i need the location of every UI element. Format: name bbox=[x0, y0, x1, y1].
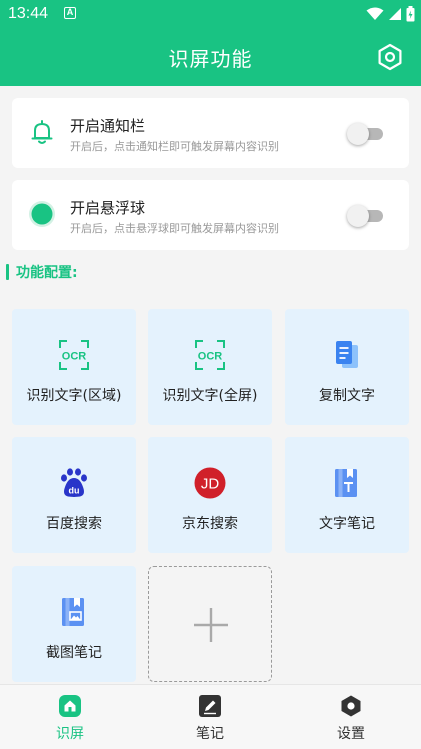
jd-logo-icon: JD bbox=[194, 467, 226, 499]
nav-item-screen[interactable]: 识屏 bbox=[0, 685, 140, 749]
note-edit-icon bbox=[199, 695, 221, 717]
notification-a-icon: A bbox=[64, 7, 76, 19]
function-config-heading: 功能配置: bbox=[6, 263, 78, 281]
ocr-icon: OCR bbox=[195, 340, 225, 370]
add-function-tile[interactable] bbox=[148, 566, 272, 682]
tile-label: 复制文字 bbox=[319, 388, 375, 404]
status-time: 13:44 bbox=[8, 5, 49, 22]
plus-icon bbox=[194, 608, 228, 642]
bell-icon bbox=[31, 120, 53, 144]
svg-text:JD: JD bbox=[201, 476, 220, 493]
notification-bar-title: 开启通知栏 bbox=[70, 117, 146, 135]
ocr-icon: OCR bbox=[59, 340, 89, 370]
tile-jd-search[interactable]: JD 京东搜索 bbox=[148, 437, 272, 553]
system-icons bbox=[366, 5, 415, 23]
floating-ball-toggle[interactable] bbox=[347, 205, 385, 227]
copy-document-icon bbox=[336, 341, 358, 368]
floating-ball-title: 开启悬浮球 bbox=[70, 199, 146, 217]
image-note-icon bbox=[62, 598, 84, 626]
tile-baidu-search[interactable]: du 百度搜索 bbox=[12, 437, 136, 553]
tile-label: 文字笔记 bbox=[319, 516, 375, 532]
text-note-icon bbox=[335, 469, 357, 497]
baidu-paw-icon: du bbox=[61, 468, 87, 497]
floating-ball-setting: 开启悬浮球 开启后，点击悬浮球即可触发屏幕内容识别 bbox=[12, 180, 409, 250]
tile-label: 京东搜索 bbox=[182, 516, 238, 532]
svg-text:OCR: OCR bbox=[198, 351, 223, 363]
nav-label: 识屏 bbox=[56, 726, 84, 742]
tile-label: 识别文字(全屏) bbox=[162, 388, 258, 404]
nav-item-settings[interactable]: 设置 bbox=[281, 685, 421, 749]
header-settings-button[interactable] bbox=[375, 42, 405, 72]
status-bar: 13:44 A bbox=[0, 0, 421, 28]
tile-text-note[interactable]: 文字笔记 bbox=[285, 437, 409, 553]
notification-bar-setting: 开启通知栏 开启后，点击通知栏即可触发屏幕内容识别 bbox=[12, 98, 409, 168]
nav-item-notes[interactable]: 笔记 bbox=[140, 685, 280, 749]
function-config-label: 功能配置: bbox=[16, 265, 78, 281]
bottom-navigation: 识屏 笔记 设置 bbox=[0, 684, 421, 749]
signal-icon bbox=[389, 8, 401, 20]
app-header: 识屏功能 bbox=[0, 28, 421, 86]
heading-accent-bar bbox=[6, 264, 9, 280]
svg-text:du: du bbox=[69, 486, 80, 496]
tile-label: 识别文字(区域) bbox=[26, 388, 122, 404]
notification-bar-toggle[interactable] bbox=[347, 123, 385, 145]
floating-ball-desc: 开启后，点击悬浮球即可触发屏幕内容识别 bbox=[70, 222, 279, 235]
nav-label: 设置 bbox=[337, 726, 365, 742]
toggle-thumb bbox=[347, 123, 369, 145]
tile-label: 截图笔记 bbox=[46, 645, 102, 661]
wifi-icon bbox=[366, 7, 384, 20]
battery-icon bbox=[406, 6, 415, 22]
svg-text:OCR: OCR bbox=[62, 351, 87, 363]
tile-screenshot-note[interactable]: 截图笔记 bbox=[12, 566, 136, 682]
home-icon bbox=[59, 695, 81, 717]
settings-hexagon-icon bbox=[341, 695, 361, 717]
hexagon-gear-icon bbox=[378, 43, 402, 71]
notification-bar-desc: 开启后，点击通知栏即可触发屏幕内容识别 bbox=[70, 140, 279, 153]
nav-label: 笔记 bbox=[196, 726, 224, 742]
floating-ball-icon bbox=[29, 201, 55, 227]
page-title: 识屏功能 bbox=[168, 47, 253, 71]
tile-copy-text[interactable]: 复制文字 bbox=[285, 309, 409, 425]
tile-ocr-region[interactable]: OCR 识别文字(区域) bbox=[12, 309, 136, 425]
tile-label: 百度搜索 bbox=[46, 516, 102, 532]
tile-ocr-fullscreen[interactable]: OCR 识别文字(全屏) bbox=[148, 309, 272, 425]
toggle-thumb bbox=[347, 205, 369, 227]
